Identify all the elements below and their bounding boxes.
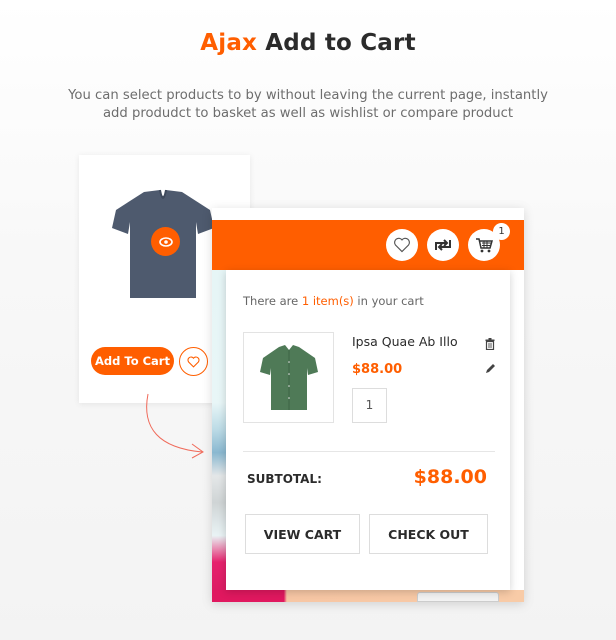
cart-item-name[interactable]: Ipsa Quae Ab Illo xyxy=(352,334,458,349)
subtitle-line-1: You can select products to by without le… xyxy=(68,88,548,103)
header-compare-button[interactable] xyxy=(427,229,459,261)
cart-item-quantity-input[interactable]: 1 xyxy=(352,388,387,423)
view-cart-button[interactable]: VIEW CART xyxy=(245,514,360,554)
count-suffix: in your cart xyxy=(353,294,424,308)
count-highlight: 1 item(s) xyxy=(301,294,354,308)
shirt-product-image xyxy=(259,344,318,410)
cart-count-badge: 1 xyxy=(493,223,510,240)
heart-icon xyxy=(394,237,410,253)
subtotal-label: SUBTOTAL: xyxy=(247,472,322,486)
subtotal-value: $88.00 xyxy=(413,466,487,488)
compare-arrows-icon xyxy=(435,239,451,251)
mini-cart-dropdown: There are 1 item(s) in your cart Ipsa Qu… xyxy=(226,270,510,590)
page-subtitle: You can select products to by without le… xyxy=(0,87,616,123)
trash-icon[interactable] xyxy=(485,338,495,350)
divider xyxy=(243,451,495,452)
curved-arrow-icon xyxy=(146,393,204,459)
background-laptop-image xyxy=(417,592,499,602)
checkout-button[interactable]: CHECK OUT xyxy=(369,514,488,554)
title-rest: Add to Cart xyxy=(257,30,416,56)
add-to-cart-button[interactable]: Add To Cart xyxy=(91,347,174,375)
cart-item-price: $88.00 xyxy=(352,362,403,377)
title-accent: Ajax xyxy=(200,30,258,56)
quick-view-button[interactable] xyxy=(151,227,180,256)
page-title: Ajax Add to Cart xyxy=(0,30,616,56)
background-image-strip xyxy=(212,270,226,602)
cart-item-thumbnail[interactable] xyxy=(243,332,334,423)
eye-icon xyxy=(158,236,173,247)
pencil-edit-icon[interactable] xyxy=(485,363,496,374)
cart-count-text: There are 1 item(s) in your cart xyxy=(243,294,424,308)
header-wishlist-button[interactable] xyxy=(386,229,418,261)
count-prefix: There are xyxy=(243,294,302,308)
header-bar: 1 xyxy=(212,220,524,270)
heart-icon xyxy=(187,355,200,368)
cart-icon xyxy=(476,238,493,253)
subtitle-line-2: add produdct to basket as well as wishli… xyxy=(102,106,514,121)
product-wishlist-button[interactable] xyxy=(179,347,208,376)
